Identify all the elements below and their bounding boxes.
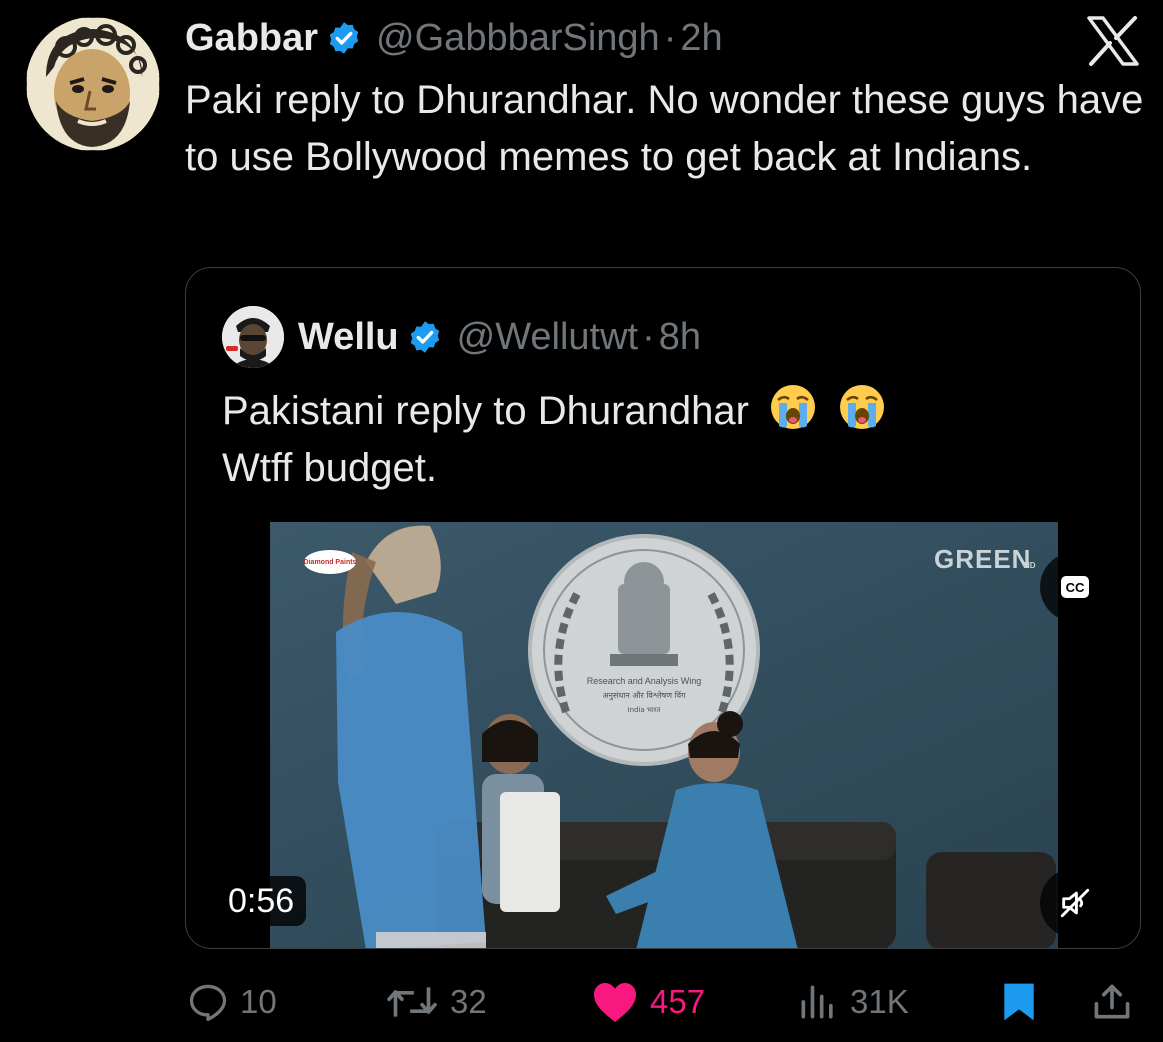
quoted-text-line2: Wtff budget.	[222, 446, 437, 490]
reply-button[interactable]: 10	[186, 970, 277, 1034]
bookmark-icon	[1004, 983, 1034, 1021]
author-handle[interactable]: @GabbbarSingh	[376, 14, 660, 62]
quoted-text-line1: Pakistani reply to Dhurandhar	[222, 389, 749, 433]
emblem-text-1: Research and Analysis Wing	[587, 676, 702, 686]
tweet-header: Gabbar @GabbbarSingh · 2h	[185, 14, 723, 62]
author-avatar[interactable]	[26, 17, 160, 151]
verified-badge-icon	[326, 20, 362, 56]
heart-icon	[594, 983, 636, 1022]
tweet-actions-bar: 10 32 457 31K	[0, 970, 1163, 1034]
quoted-tweet-header: Wellu @Wellutwt · 8h	[222, 306, 701, 368]
share-button[interactable]	[1090, 970, 1144, 1034]
author-display-name[interactable]: Gabbar	[185, 14, 318, 62]
repost-icon	[387, 987, 437, 1017]
emblem-text-3: India भारत	[628, 706, 662, 714]
x-logo-icon[interactable]	[1086, 16, 1140, 66]
mute-button[interactable]	[1040, 868, 1110, 938]
repost-count: 32	[450, 983, 487, 1020]
like-button[interactable]: 457	[590, 970, 705, 1034]
share-icon	[1094, 984, 1130, 1019]
quoted-author-avatar[interactable]	[222, 306, 284, 368]
speaker-muted-icon	[1060, 888, 1090, 918]
quoted-tweet-timestamp[interactable]: 8h	[659, 313, 701, 361]
channel-watermark: GREEN	[934, 544, 1031, 574]
video-player[interactable]: Research and Analysis Wing अनुसंधान और व…	[186, 522, 1140, 948]
quoted-author-handle[interactable]: @Wellutwt	[457, 313, 638, 361]
quoted-verified-badge-icon	[407, 319, 443, 355]
captions-button[interactable]: CC	[1040, 552, 1110, 622]
bookmark-button[interactable]	[1000, 970, 1048, 1034]
tweet-timestamp[interactable]: 2h	[680, 14, 722, 62]
like-count: 457	[650, 983, 706, 1020]
channel-watermark-hd: HD	[1024, 561, 1036, 570]
reply-icon	[189, 984, 227, 1022]
video-duration: 0:56	[216, 876, 307, 926]
separator-dot: ·	[642, 316, 655, 358]
cc-icon: CC	[1061, 576, 1089, 598]
repost-button[interactable]: 32	[384, 970, 487, 1034]
reply-count: 10	[240, 983, 277, 1020]
loudly-crying-face-icon	[768, 382, 818, 432]
separator-dot: ·	[663, 17, 677, 59]
views-icon	[801, 985, 833, 1019]
views-count: 31K	[850, 983, 909, 1020]
quoted-tweet-text: Pakistani reply to Dhurandhar Wtff budge…	[222, 382, 1102, 497]
views-button[interactable]: 31K	[796, 970, 909, 1034]
quoted-tweet-card[interactable]: Wellu @Wellutwt · 8h Pakistani reply to …	[185, 267, 1141, 949]
sponsor-logo-text: Diamond Paints	[304, 559, 357, 566]
quoted-author-display-name[interactable]: Wellu	[298, 313, 399, 361]
tweet-text: Paki reply to Dhurandhar. No wonder thes…	[185, 78, 1144, 179]
emblem-text-2: अनुसंधान और विश्लेषण विंग	[602, 690, 686, 701]
loudly-crying-face-icon	[837, 382, 887, 432]
video-frame: Research and Analysis Wing अनुसंधान और व…	[186, 522, 1140, 948]
tweet-page: Gabbar @GabbbarSingh · 2h Paki reply to …	[0, 0, 1163, 1042]
